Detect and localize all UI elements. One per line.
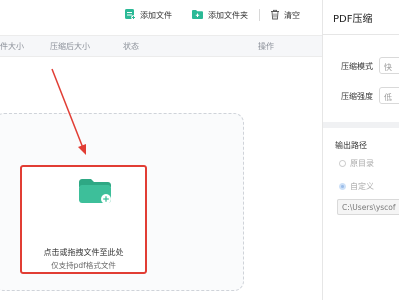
section-gap <box>323 122 399 128</box>
compression-strength-select[interactable]: 低 <box>379 87 399 104</box>
radio-custom-label: 自定义 <box>350 182 374 191</box>
output-path-label: 输出路径 <box>335 141 367 150</box>
panel-divider <box>323 34 399 35</box>
drop-target-highlight[interactable]: 点击或拖拽文件至此处 仅支持pdf格式文件 <box>20 165 147 274</box>
compression-mode-label: 压缩模式 <box>341 62 373 71</box>
radio-dot <box>339 160 346 167</box>
radio-dot-selected <box>339 183 346 190</box>
add-folder-large-icon <box>78 177 112 209</box>
settings-panel: PDF压缩 压缩模式 快 压缩强度 低 输出路径 原目录 自定义 C:\User… <box>322 0 399 300</box>
radio-custom-directory[interactable]: 自定义 <box>339 181 374 192</box>
output-path-field[interactable]: C:\Users\yscof <box>337 199 399 215</box>
file-list-panel: 添加文件 添加文件夹 清空 件大小 压缩后大小 状态 操作 点击或拖拽文件至此处… <box>0 0 322 300</box>
drop-zone-hint: 仅支持pdf格式文件 <box>51 261 116 270</box>
drop-zone-title: 点击或拖拽文件至此处 <box>43 248 124 257</box>
compression-mode-select[interactable]: 快 <box>379 57 399 74</box>
panel-title: PDF压缩 <box>333 14 373 25</box>
radio-original-directory[interactable]: 原目录 <box>339 158 374 169</box>
radio-original-label: 原目录 <box>350 159 374 168</box>
compression-strength-label: 压缩强度 <box>341 92 373 101</box>
